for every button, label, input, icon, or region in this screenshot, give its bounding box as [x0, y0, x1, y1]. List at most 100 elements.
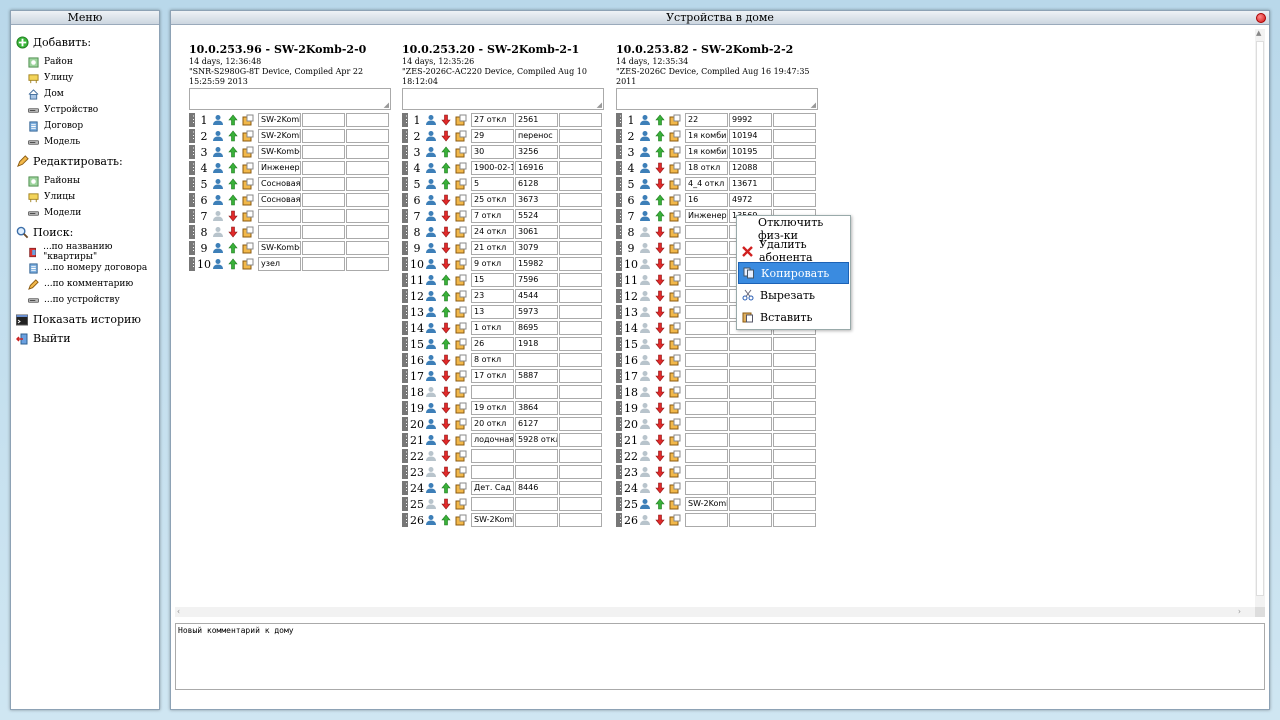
edit-port-icon[interactable] [454, 498, 467, 511]
port-field[interactable]: 13 [471, 305, 514, 319]
port-field[interactable] [346, 209, 389, 223]
subscriber-icon[interactable] [211, 210, 224, 223]
scroll-right-icon[interactable]: › [1238, 607, 1241, 617]
drag-handle-icon[interactable]: ⋮ [402, 337, 411, 351]
drag-handle-icon[interactable]: ⋮ [402, 113, 411, 127]
subscriber-icon[interactable] [424, 482, 437, 495]
port-field[interactable] [346, 145, 389, 159]
port-field[interactable]: 1918 [515, 337, 558, 351]
port-field[interactable] [685, 465, 728, 479]
link-up-icon[interactable] [439, 274, 452, 287]
drag-handle-icon[interactable]: ⋮ [616, 401, 625, 415]
subscriber-icon[interactable] [424, 386, 437, 399]
edit-port-icon[interactable] [454, 322, 467, 335]
edit-port-icon[interactable] [668, 450, 681, 463]
link-down-icon[interactable] [439, 386, 452, 399]
drag-handle-icon[interactable]: ⋮ [616, 241, 625, 255]
port-field[interactable] [515, 465, 558, 479]
drag-handle-icon[interactable]: ⋮ [616, 177, 625, 191]
drag-handle-icon[interactable]: ⋮ [616, 385, 625, 399]
drag-handle-icon[interactable]: ⋮ [402, 481, 411, 495]
link-down-icon[interactable] [653, 514, 666, 527]
link-down-icon[interactable] [439, 434, 452, 447]
drag-handle-icon[interactable]: ⋮ [616, 289, 625, 303]
edit-port-icon[interactable] [454, 370, 467, 383]
port-field[interactable] [559, 433, 602, 447]
close-icon[interactable] [1256, 13, 1266, 23]
port-field[interactable]: 29 [471, 129, 514, 143]
port-field[interactable] [559, 289, 602, 303]
edit-port-icon[interactable] [454, 466, 467, 479]
edit-port-icon[interactable] [668, 258, 681, 271]
drag-handle-icon[interactable]: ⋮ [189, 161, 198, 175]
port-field[interactable] [729, 449, 772, 463]
drag-handle-icon[interactable]: ⋮ [402, 161, 411, 175]
link-down-icon[interactable] [226, 210, 239, 223]
port-field[interactable]: Инженерн [258, 161, 301, 175]
port-field[interactable] [302, 177, 345, 191]
link-down-icon[interactable] [226, 226, 239, 239]
port-field[interactable] [729, 417, 772, 431]
drag-handle-icon[interactable]: ⋮ [402, 305, 411, 319]
port-field[interactable] [773, 465, 816, 479]
subscriber-icon[interactable] [638, 338, 651, 351]
menu-logout[interactable]: Выйти [16, 331, 159, 346]
port-field[interactable]: 8695 [515, 321, 558, 335]
subscriber-icon[interactable] [211, 130, 224, 143]
edit-port-icon[interactable] [668, 498, 681, 511]
drag-handle-icon[interactable]: ⋮ [402, 225, 411, 239]
link-up-icon[interactable] [226, 258, 239, 271]
port-field[interactable] [559, 353, 602, 367]
edit-port-icon[interactable] [668, 306, 681, 319]
link-down-icon[interactable] [439, 418, 452, 431]
port-field[interactable] [685, 273, 728, 287]
port-field[interactable]: SW-2Komb [258, 129, 301, 143]
port-field[interactable]: 3673 [515, 193, 558, 207]
menu-search-by-flat[interactable]: ...по названию "квартиры" [16, 242, 159, 262]
port-field[interactable] [559, 401, 602, 415]
menu-add-model[interactable]: Модель [16, 134, 159, 150]
port-field[interactable]: Сосновая : [258, 193, 301, 207]
subscriber-icon[interactable] [638, 514, 651, 527]
drag-handle-icon[interactable]: ⋮ [189, 129, 198, 143]
drag-handle-icon[interactable]: ⋮ [616, 513, 625, 527]
edit-port-icon[interactable] [454, 450, 467, 463]
port-field[interactable]: 8 откл [471, 353, 514, 367]
port-field[interactable] [685, 513, 728, 527]
subscriber-icon[interactable] [638, 114, 651, 127]
port-field[interactable] [258, 209, 301, 223]
port-field[interactable]: узел [258, 257, 301, 271]
drag-handle-icon[interactable]: ⋮ [616, 257, 625, 271]
link-down-icon[interactable] [439, 322, 452, 335]
edit-port-icon[interactable] [454, 354, 467, 367]
port-field[interactable]: 5524 [515, 209, 558, 223]
edit-port-icon[interactable] [241, 242, 254, 255]
port-field[interactable] [302, 129, 345, 143]
subscriber-icon[interactable] [424, 514, 437, 527]
drag-handle-icon[interactable]: ⋮ [189, 241, 198, 255]
drag-handle-icon[interactable]: ⋮ [189, 209, 198, 223]
edit-port-icon[interactable] [241, 162, 254, 175]
link-up-icon[interactable] [653, 114, 666, 127]
scroll-up-icon[interactable]: ▲ [1256, 29, 1261, 37]
port-field[interactable]: 20 откл [471, 417, 514, 431]
port-field[interactable]: 30 [471, 145, 514, 159]
port-field[interactable] [559, 257, 602, 271]
port-field[interactable] [559, 161, 602, 175]
subscriber-icon[interactable] [211, 146, 224, 159]
port-field[interactable] [515, 513, 558, 527]
port-field[interactable] [729, 337, 772, 351]
port-field[interactable] [773, 497, 816, 511]
edit-port-icon[interactable] [668, 370, 681, 383]
drag-handle-icon[interactable]: ⋮ [189, 225, 198, 239]
link-down-icon[interactable] [653, 466, 666, 479]
drag-handle-icon[interactable]: ⋮ [402, 145, 411, 159]
port-field[interactable]: 15 [471, 273, 514, 287]
link-down-icon[interactable] [653, 354, 666, 367]
resize-grip-icon[interactable]: ◢ [597, 102, 602, 109]
edit-port-icon[interactable] [668, 514, 681, 527]
edit-port-icon[interactable] [241, 130, 254, 143]
port-field[interactable]: 18 откл [685, 161, 728, 175]
port-field[interactable]: 8446 [515, 481, 558, 495]
subscriber-icon[interactable] [424, 210, 437, 223]
